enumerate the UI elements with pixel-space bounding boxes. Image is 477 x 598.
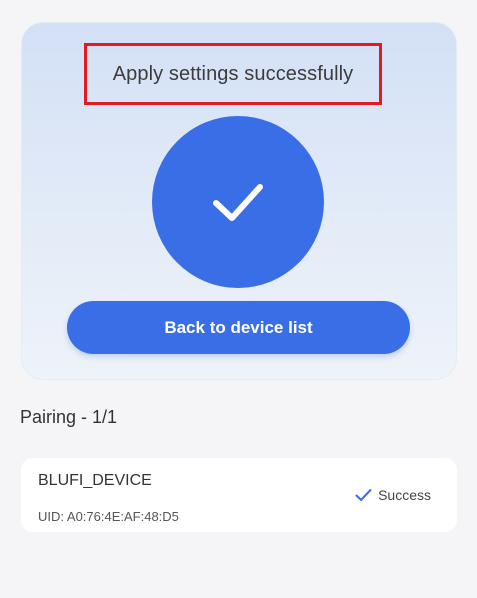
device-status-label: Success (378, 487, 431, 503)
back-to-device-list-button[interactable]: Back to device list (67, 301, 410, 354)
pairing-result-screen: Apply settings successfully Back to devi… (0, 0, 477, 598)
result-title-text: Apply settings successfully (112, 62, 354, 85)
device-status: Success (355, 487, 431, 503)
device-uid: UID: A0:76:4E:AF:48:D5 (38, 509, 179, 524)
check-icon (355, 488, 372, 502)
device-name: BLUFI_DEVICE (38, 472, 152, 489)
device-list-item: BLUFI_DEVICE UID: A0:76:4E:AF:48:D5 Succ… (21, 458, 457, 532)
back-button-label: Back to device list (164, 317, 313, 337)
checkmark-icon (213, 184, 263, 221)
result-title: Apply settings successfully (84, 43, 382, 105)
success-indicator (152, 116, 324, 288)
pairing-section-title: Pairing - 1/1 (20, 407, 118, 427)
